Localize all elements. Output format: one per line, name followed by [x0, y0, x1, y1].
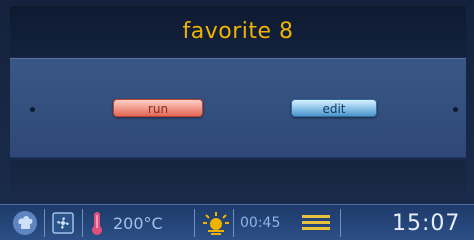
- status-separator: [233, 209, 234, 237]
- temperature-value[interactable]: 200°C: [113, 205, 163, 240]
- chef-hat-icon[interactable]: [12, 205, 38, 240]
- page-title: favorite 8: [182, 18, 294, 44]
- sun-heat-icon[interactable]: [202, 205, 230, 240]
- status-separator: [194, 209, 195, 237]
- title-bar: favorite 8: [10, 6, 466, 56]
- status-separator: [82, 209, 83, 237]
- duration-value[interactable]: 00:45: [240, 205, 280, 240]
- status-bar: 200°C 00:45 15:07: [0, 204, 474, 240]
- scroll-left-indicator[interactable]: [30, 107, 35, 112]
- clock: 15:07: [392, 210, 461, 236]
- scroll-right-indicator[interactable]: [453, 107, 458, 112]
- oven-display: favorite 8 run edit 200°C 00:45 15:07: [0, 0, 474, 240]
- status-separator: [44, 209, 45, 237]
- bars-icon[interactable]: [302, 205, 330, 240]
- thermometer-icon[interactable]: [90, 205, 104, 240]
- edit-button[interactable]: edit: [291, 99, 377, 117]
- status-separator: [340, 209, 341, 237]
- run-button[interactable]: run: [113, 99, 203, 117]
- action-panel: run edit: [10, 58, 466, 158]
- fan-icon[interactable]: [52, 205, 74, 240]
- empty-band: [10, 160, 466, 202]
